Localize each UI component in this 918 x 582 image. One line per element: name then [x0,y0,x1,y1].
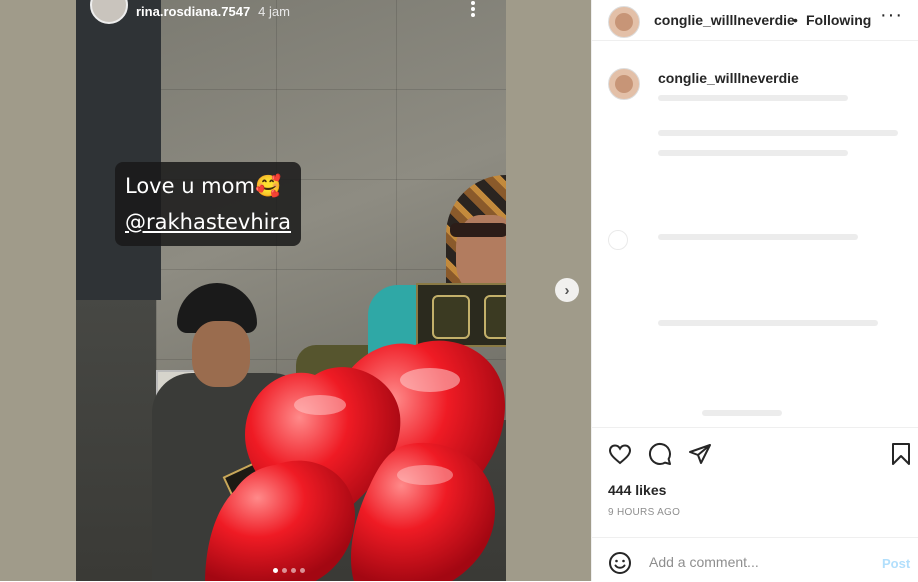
comment-input[interactable] [647,550,871,574]
story-avatar[interactable] [90,0,128,24]
chevron-right-icon: › [564,281,570,299]
carousel-next-button[interactable]: › [555,278,579,302]
action-bar [592,427,918,476]
blurred-text [658,150,848,156]
blurred-text [658,95,848,101]
blurred-avatar [608,230,628,250]
likes-count[interactable]: 444 likes [608,482,666,498]
story-username[interactable]: rina.rosdiana.7547 [136,4,250,19]
carousel-dot [291,568,296,573]
heart-sticker [205,335,515,581]
story-header: rina.rosdiana.7547 4 jam [90,0,290,24]
more-options-icon[interactable]: ··· [880,4,903,27]
avatar[interactable] [608,6,640,38]
blurred-text [658,130,898,136]
share-icon[interactable] [688,442,712,466]
carousel-dot [282,568,287,573]
blurred-text [658,320,878,326]
book-ornament [484,295,506,339]
caption-avatar[interactable] [608,68,640,100]
caption-username[interactable]: conglie_willlneverdie [658,70,799,86]
book-ornament [432,295,470,339]
comment-icon[interactable] [648,442,672,466]
background-door [76,0,161,300]
header-separator: • [793,12,798,28]
emoji-icon[interactable] [608,551,632,575]
post-button[interactable]: Post [882,556,910,571]
following-button[interactable]: Following [806,12,871,28]
bookmark-icon[interactable] [889,442,913,466]
post-timestamp: 9 HOURS AGO [608,507,681,518]
more-vertical-icon[interactable] [470,0,476,19]
carousel-dot [300,568,305,573]
heart-icon[interactable] [608,442,632,466]
story-caption: Love u mom🥰 @rakhastevhira [115,162,302,246]
comment-bar: Post [592,537,918,582]
caption-mention[interactable]: @rakhastevhira [125,204,291,240]
carousel-dot-active [273,568,278,573]
carousel-dots [273,568,305,573]
sunglasses [450,223,506,237]
post-header: conglie_willlneverdie • Following ··· [592,0,918,41]
blurred-text [702,410,782,416]
story-time: 4 jam [258,3,290,19]
post-sidebar: conglie_willlneverdie • Following ··· co… [591,0,918,581]
post-username[interactable]: conglie_willlneverdie [654,12,795,28]
blurred-text [658,234,858,240]
caption-text: Love u mom🥰 [125,174,282,198]
post-media: rina.rosdiana.7547 4 jam Love u mom🥰 @ra… [0,0,591,581]
